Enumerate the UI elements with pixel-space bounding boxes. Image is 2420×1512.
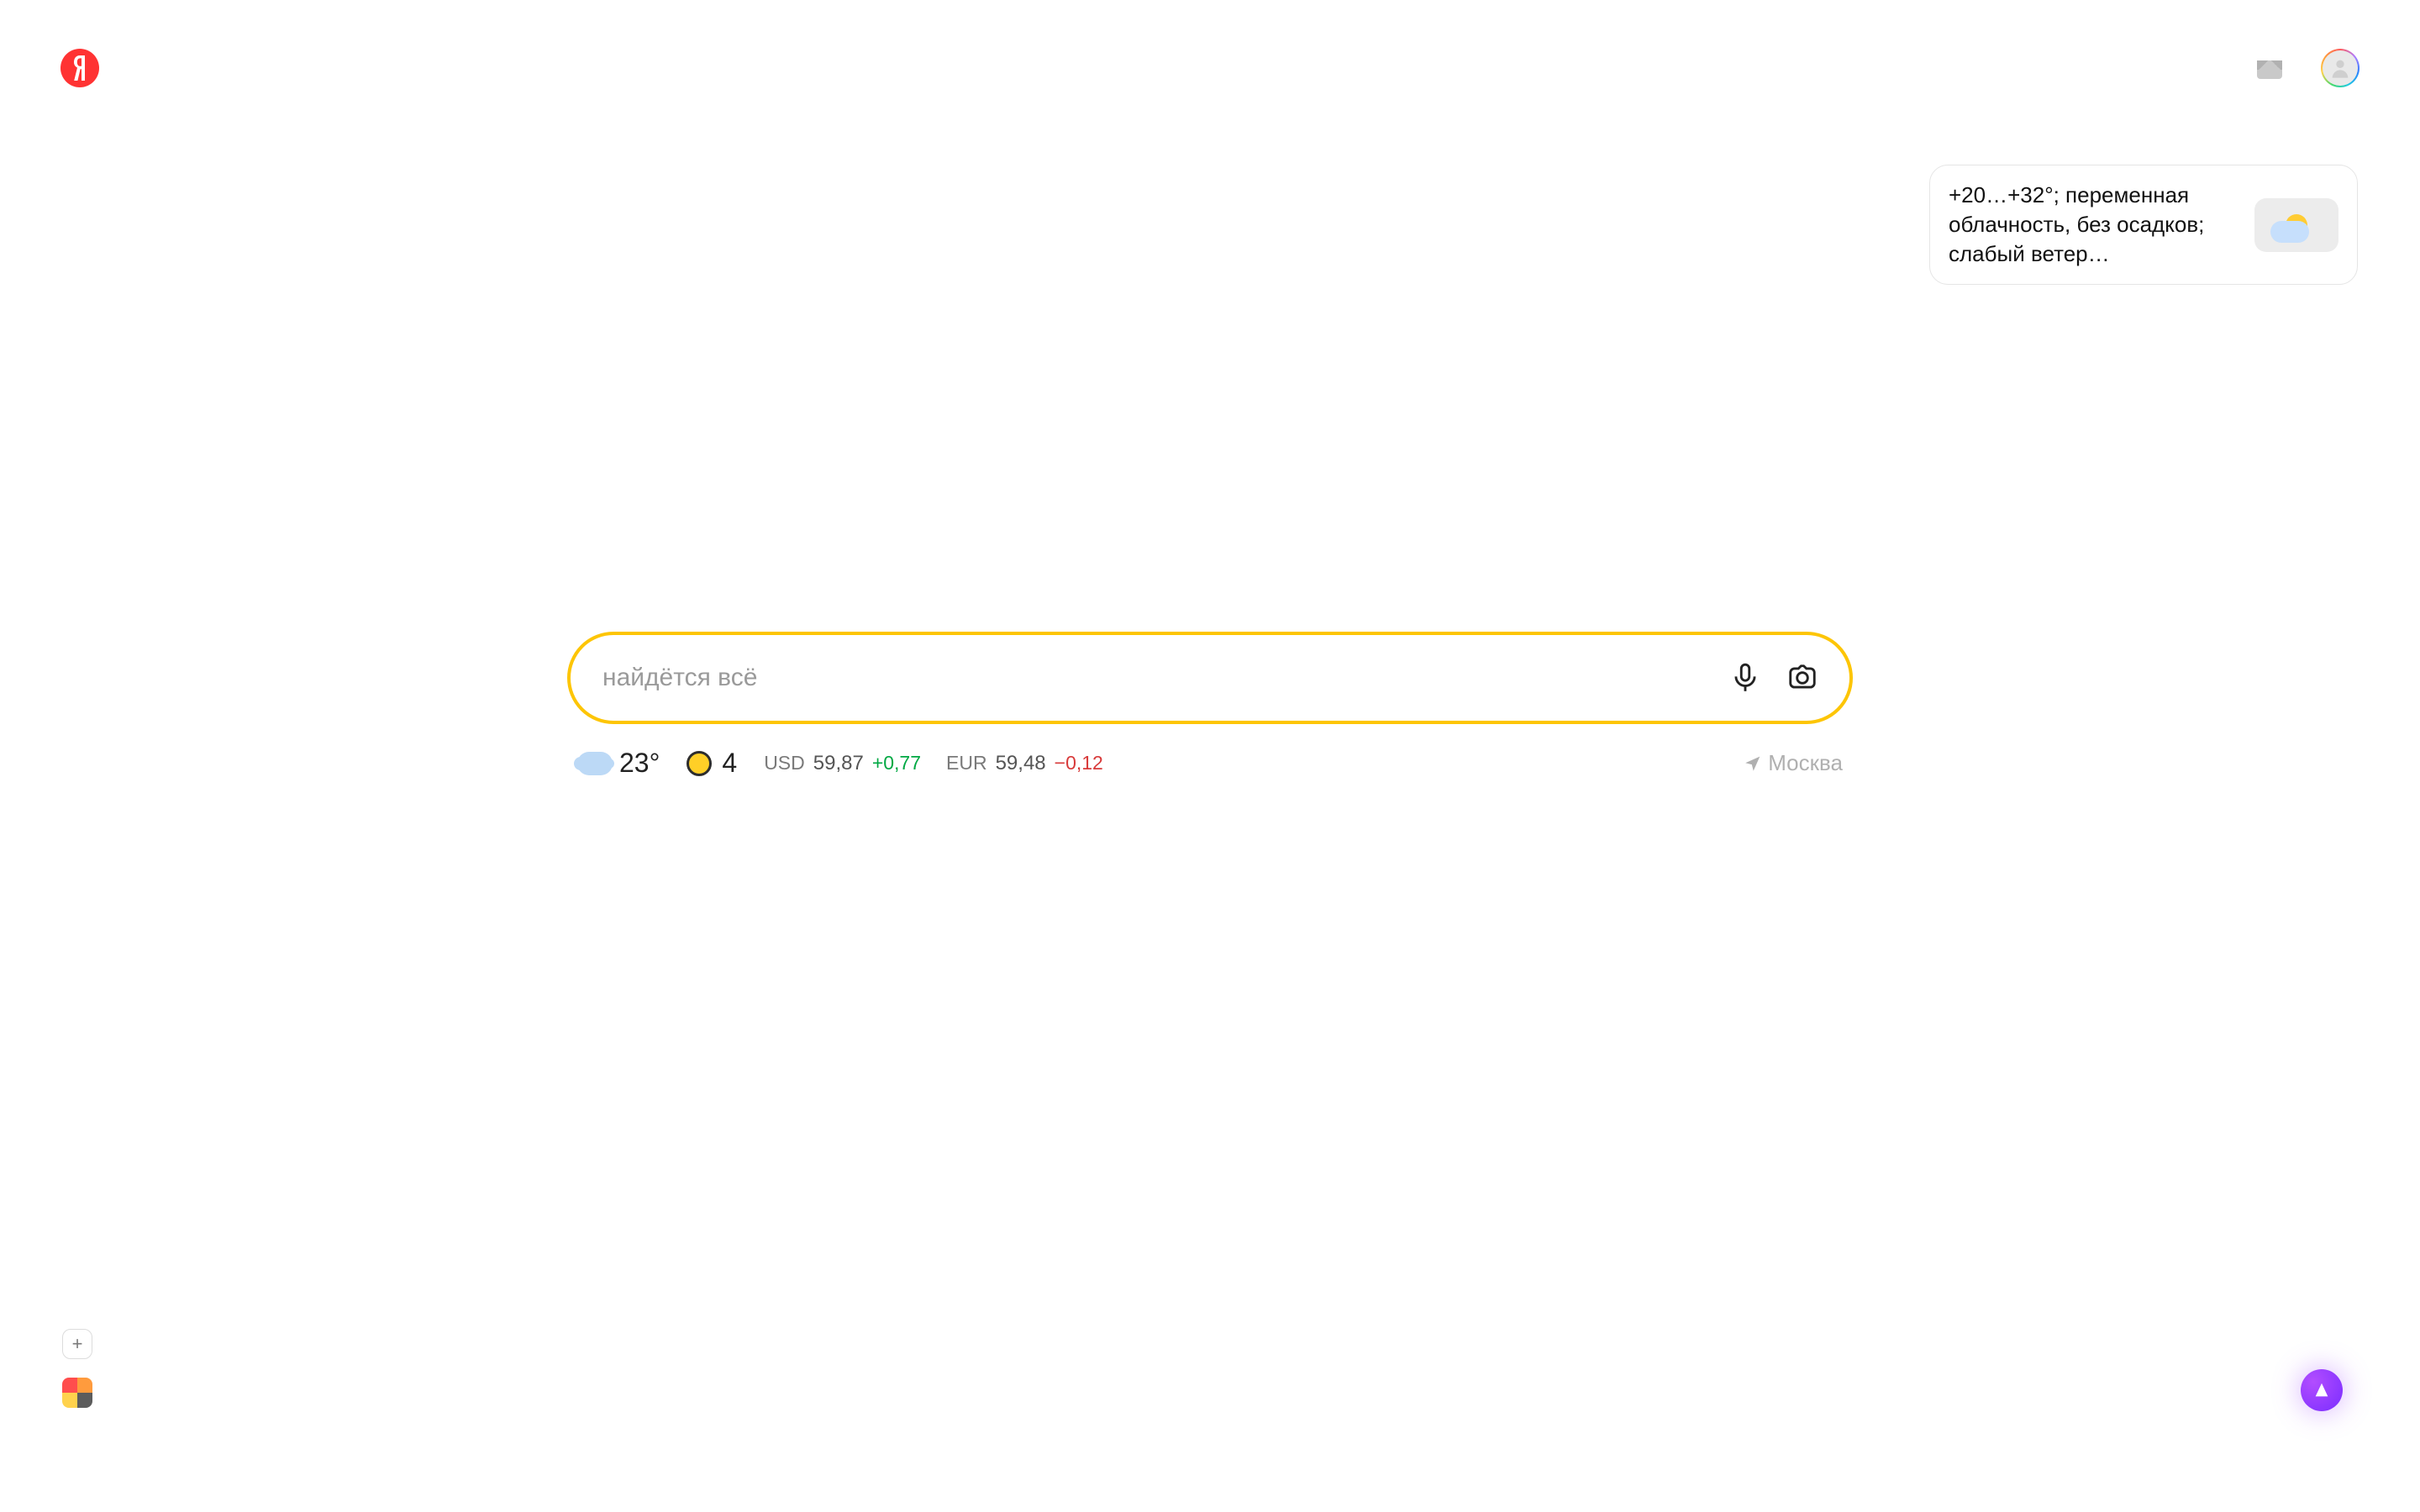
alice-assistant-button[interactable] [2301,1369,2343,1411]
traffic-score: 4 [722,748,737,779]
currency-rates: USD 59,87 +0,77 EUR 59,48 −0,12 [764,752,1103,775]
search-input[interactable] [601,663,1728,693]
rate-value: 59,48 [996,752,1046,775]
location-name: Москва [1768,750,1843,776]
plus-icon: + [72,1333,83,1355]
search-block: 23° 4 USD 59,87 +0,77 EUR 59,48 −0,12 [567,632,1853,779]
location-link[interactable]: Москва [1744,750,1843,776]
apps-launcher-button[interactable] [62,1378,92,1408]
cloud-icon [577,752,613,775]
rate-usd[interactable]: USD 59,87 +0,77 [764,752,921,775]
temperature-value: 23° [619,748,660,779]
weather-widget[interactable]: 23° [577,748,660,779]
rate-eur[interactable]: EUR 59,48 −0,12 [946,752,1103,775]
rate-code: EUR [946,752,987,774]
yandex-logo[interactable] [60,49,99,87]
voice-search-icon[interactable] [1728,661,1762,695]
rate-delta: −0,12 [1055,752,1103,774]
weather-forecast-popup[interactable]: +20…+32°; переменная облачность, без оса… [1929,165,2358,285]
mail-icon[interactable] [2257,60,2282,79]
weather-forecast-text: +20…+32°; переменная облачность, без оса… [1949,181,2241,269]
info-bar: 23° 4 USD 59,87 +0,77 EUR 59,48 −0,12 [567,748,1853,779]
profile-avatar[interactable] [2321,49,2360,87]
add-widget-button[interactable]: + [62,1329,92,1359]
rate-value: 59,87 [813,752,864,775]
top-bar [0,0,2420,92]
search-pill [567,632,1853,724]
image-search-icon[interactable] [1786,661,1819,695]
rate-code: USD [764,752,805,774]
traffic-icon [687,751,712,776]
alice-icon [2312,1381,2331,1399]
location-arrow-icon [1744,755,1761,772]
traffic-widget[interactable]: 4 [687,748,737,779]
rate-delta: +0,77 [872,752,921,774]
weather-partly-cloudy-icon [2254,198,2338,252]
